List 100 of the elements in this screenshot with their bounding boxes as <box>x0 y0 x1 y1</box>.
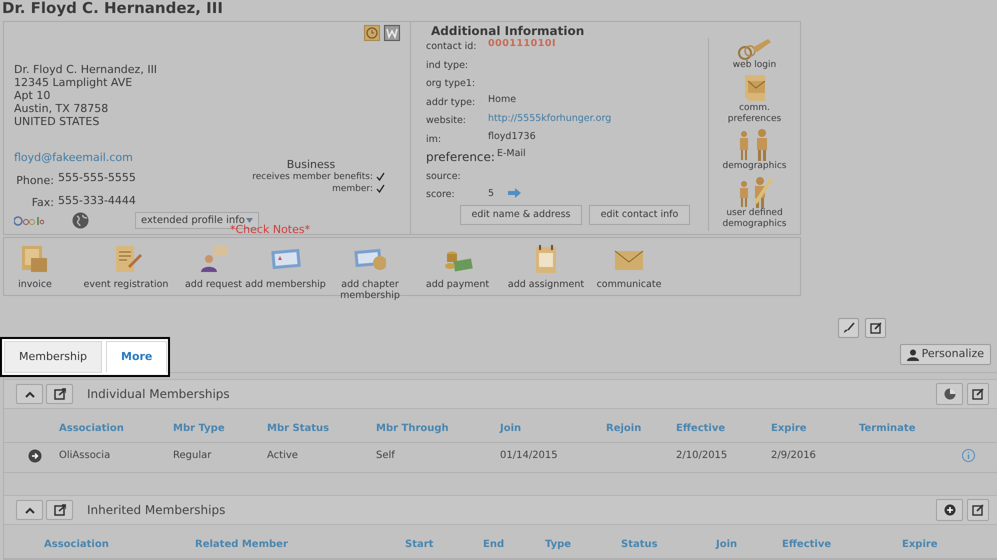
side-link[interactable]: web login <box>712 38 796 71</box>
side-link[interactable]: comm. preferences <box>712 73 796 125</box>
column-header: Effective <box>782 538 832 552</box>
page-title: Dr. Floyd C. Hernandez, III <box>1 0 224 19</box>
address-line: Dr. Floyd C. Hernandez, III <box>14 63 158 76</box>
toolbar-link[interactable]: add assignment <box>502 244 590 290</box>
share-icon <box>54 388 66 400</box>
field-label: preference: <box>426 149 496 165</box>
edit-icon <box>870 322 882 334</box>
field-label: score: <box>426 188 456 202</box>
export-button[interactable] <box>46 500 73 520</box>
phone-label: Phone: <box>15 173 54 188</box>
toolbar-link[interactable]: add chapter membership <box>330 244 410 301</box>
phone-label: Fax: <box>30 195 54 210</box>
column-header: Expire <box>902 538 939 552</box>
toolbar-link[interactable]: add membership <box>243 244 328 290</box>
column-header: Association <box>44 538 110 552</box>
section-title: Inherited Memberships <box>87 502 226 519</box>
address-line: UNITED STATES <box>14 115 100 128</box>
column-header: Type <box>545 538 572 552</box>
globe-icon <box>72 212 89 229</box>
add-button[interactable] <box>936 499 963 521</box>
toolbar-link[interactable]: add request <box>184 244 243 290</box>
collapse-button[interactable] <box>16 500 43 520</box>
w-icon <box>384 25 400 41</box>
column-header: Effective <box>676 422 726 436</box>
column-header: Join <box>500 422 522 436</box>
field-label: org type1: <box>426 77 476 91</box>
section-title: Additional Information <box>431 24 586 38</box>
clock-icon <box>364 25 380 41</box>
toolbar-link[interactable]: invoice <box>10 244 60 290</box>
table-cell-text: OliAssocia <box>59 449 112 463</box>
chart-button[interactable] <box>936 383 963 405</box>
toolbar-link[interactable]: communicate <box>590 244 668 290</box>
edit-button[interactable] <box>967 499 989 521</box>
field-label: contact id: <box>426 40 478 54</box>
column-header: Mbr Through <box>376 422 450 436</box>
column-header: Association <box>59 422 125 436</box>
edit-icon <box>972 388 984 400</box>
field-value: Home <box>488 94 516 106</box>
table-cell-text: Active <box>267 449 299 463</box>
brush-button[interactable] <box>838 318 859 338</box>
key-icon <box>736 38 772 60</box>
edit-button[interactable] <box>865 318 886 338</box>
flag-label: member: <box>332 183 373 195</box>
column-header: Start <box>405 538 434 552</box>
section-title: Individual Memberships <box>87 386 230 403</box>
caret-down-icon <box>246 218 253 223</box>
column-header: Join <box>716 538 738 552</box>
table-cell-text: 2/9/2016 <box>771 449 817 463</box>
field-value: 5 <box>488 187 494 200</box>
table-cell-text: 2/10/2015 <box>676 449 728 463</box>
business-heading: Business <box>286 158 336 171</box>
caret-up-icon <box>24 390 34 398</box>
address-line: Apt 10 <box>14 89 52 102</box>
contact-id: 000111010I <box>488 38 556 50</box>
column-header: Mbr Type <box>173 422 226 436</box>
toolbar-link[interactable]: event registration <box>68 244 184 290</box>
edit-button[interactable] <box>967 383 989 405</box>
person-icon <box>906 348 919 360</box>
column-header: Related Member <box>195 538 289 552</box>
google-logo <box>14 215 44 226</box>
export-button[interactable] <box>46 384 73 404</box>
personalize-button[interactable]: Personalize <box>900 344 991 365</box>
edit-button[interactable]: edit name & address <box>460 204 582 224</box>
toolbar-link[interactable]: add payment <box>416 244 499 290</box>
field-value: E-Mail <box>496 148 526 160</box>
pie-chart-icon <box>944 388 956 400</box>
table-cell-text: Regular <box>173 449 212 463</box>
column-header: Terminate <box>859 422 916 436</box>
side-link[interactable]: demographics <box>712 129 796 172</box>
arrow-right-icon <box>508 188 522 198</box>
arrow-circle-icon <box>28 448 42 462</box>
table-cell-text: Self <box>376 449 396 463</box>
column-header: Rejoin <box>606 422 642 436</box>
edit-button[interactable]: edit contact info <box>589 204 690 224</box>
brush-icon <box>842 322 854 334</box>
column-header: Status <box>621 538 659 552</box>
column-header: Expire <box>771 422 808 436</box>
flag-label: receives member benefits: <box>252 171 373 183</box>
field-label: addr type: <box>426 96 476 110</box>
address-line: 12345 Lamplight AVE <box>14 76 134 89</box>
tab[interactable]: Membership <box>4 341 102 373</box>
field-label: ind type: <box>426 58 470 72</box>
column-header: End <box>483 538 506 552</box>
column-header: Mbr Status <box>267 422 330 436</box>
address-line: Austin, TX 78758 <box>14 102 110 115</box>
phone-number: 555-555-5555 <box>58 170 136 185</box>
field-value: floyd1736 <box>488 130 536 142</box>
phone-number: 555-333-4444 <box>58 193 136 208</box>
caret-up-icon <box>24 506 34 514</box>
plus-icon <box>944 504 956 516</box>
side-link[interactable]: user defined demographics <box>712 176 796 230</box>
info-icon <box>962 449 975 462</box>
table-cell-text: 01/14/2015 <box>500 449 559 463</box>
edit-icon <box>972 504 984 516</box>
field-label: im: <box>426 132 442 146</box>
collapse-button[interactable] <box>16 384 43 404</box>
tab[interactable]: More <box>106 341 168 373</box>
share-icon <box>54 504 66 516</box>
